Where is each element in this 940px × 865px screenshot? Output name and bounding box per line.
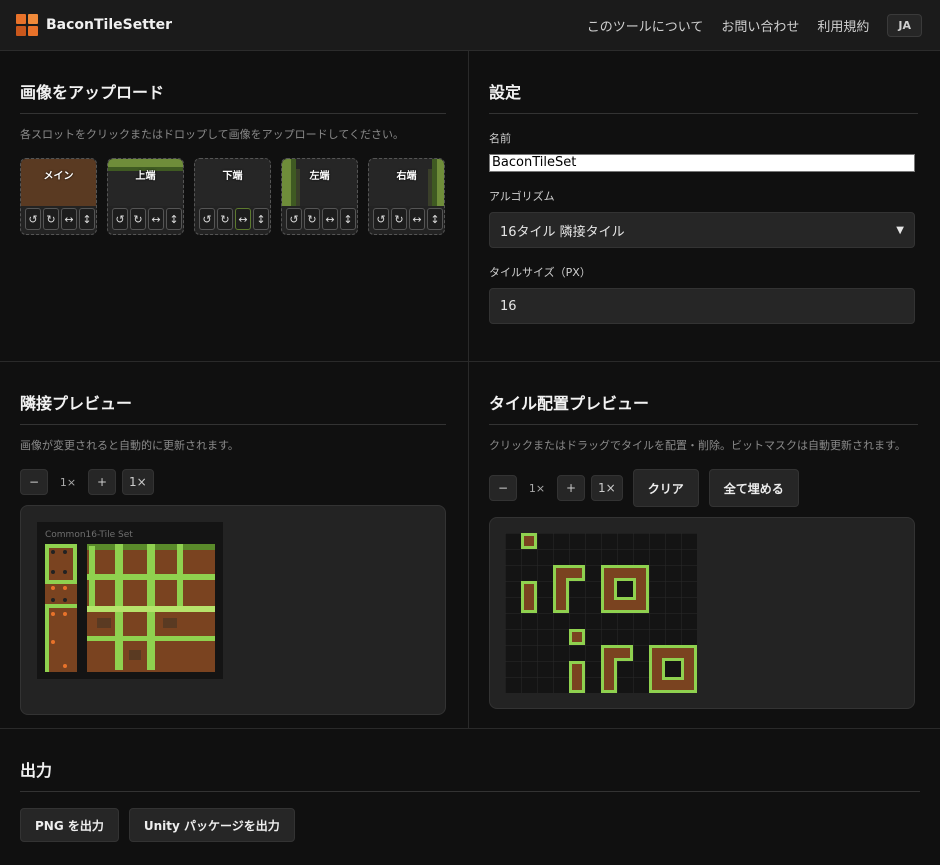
adjacency-hint: 画像が変更されると自動的に更新されます。 xyxy=(20,439,239,452)
fill-all-button[interactable]: 全て埋める xyxy=(708,469,799,507)
rotate-ccw-icon[interactable]: ↺ xyxy=(25,208,41,230)
placement-panel: タイル配置プレビュー クリックまたはドラッグでタイルを配置・削除。ビットマスクは… xyxy=(469,362,940,728)
name-label: 名前 xyxy=(489,132,511,145)
upload-slot-bottom[interactable]: 下端 ↺ ↻ ↔ ↕ xyxy=(194,158,271,235)
rotate-cw-icon[interactable]: ↻ xyxy=(130,208,146,230)
rotate-ccw-icon[interactable]: ↺ xyxy=(373,208,389,230)
rotate-cw-icon[interactable]: ↻ xyxy=(391,208,407,230)
output-title: 出力 xyxy=(20,757,920,792)
placement-hint: クリックまたはドラッグでタイルを配置・削除。ビットマスクは自動更新されます。 xyxy=(489,439,906,452)
flip-vertical-icon[interactable]: ↕ xyxy=(79,208,95,230)
export-unity-package-button[interactable]: Unity パッケージを出力 xyxy=(128,808,295,842)
upload-slot-left[interactable]: 左端 ↺ ↻ ↔ ↕ xyxy=(281,158,358,235)
upload-slot-right[interactable]: 右端 ↺ ↻ ↔ ↕ xyxy=(368,158,445,235)
flip-horizontal-icon[interactable]: ↔ xyxy=(235,208,251,230)
zoom-level: 1× xyxy=(59,475,77,489)
rotate-cw-icon[interactable]: ↻ xyxy=(43,208,59,230)
adjacency-canvas[interactable]: Common16-Tile Set xyxy=(37,522,223,679)
flip-vertical-icon[interactable]: ↕ xyxy=(340,208,356,230)
rotate-ccw-icon[interactable]: ↺ xyxy=(286,208,302,230)
rotate-cw-icon[interactable]: ↻ xyxy=(304,208,320,230)
flip-vertical-icon[interactable]: ↕ xyxy=(427,208,443,230)
algorithm-label: アルゴリズム xyxy=(489,190,555,203)
zoom-reset-button[interactable]: 1× xyxy=(122,469,154,495)
placement-canvas-frame xyxy=(489,517,915,709)
settings-title: 設定 xyxy=(489,79,918,114)
flip-horizontal-icon[interactable]: ↔ xyxy=(409,208,425,230)
adjacency-title: 隣接プレビュー xyxy=(20,390,446,425)
zoom-level: 1× xyxy=(528,481,546,495)
zoom-in-button[interactable]: + xyxy=(88,469,116,495)
output-section: 出力 PNG を出力 Unity パッケージを出力 xyxy=(0,729,940,862)
language-button[interactable]: JA xyxy=(887,13,922,37)
flip-horizontal-icon[interactable]: ↔ xyxy=(148,208,164,230)
top-bar: BaconTileSetter このツールについて お問い合わせ 利用規約 JA xyxy=(0,0,940,51)
upload-slots: メイン ↺ ↻ ↔ ↕ 上端 ↺ ↻ ↔ ↕ 下端 ↺ ↻ ↔ ↕ 左端 ↺ ↻… xyxy=(20,158,446,235)
algorithm-select[interactable]: 16タイル 隣接タイル ▼ xyxy=(489,212,915,248)
flip-vertical-icon[interactable]: ↕ xyxy=(166,208,182,230)
slot-label: メイン xyxy=(43,171,74,182)
slot-label: 右端 xyxy=(396,171,417,182)
adjacency-panel: 隣接プレビュー 画像が変更されると自動的に更新されます。 − 1× + 1× C… xyxy=(0,362,469,728)
rotate-cw-icon[interactable]: ↻ xyxy=(217,208,233,230)
placement-grid[interactable] xyxy=(505,533,697,693)
rotate-ccw-icon[interactable]: ↺ xyxy=(199,208,215,230)
placement-title: タイル配置プレビュー xyxy=(489,390,918,425)
tilesize-label: タイルサイズ（PX） xyxy=(489,266,591,279)
adjacency-canvas-frame: Common16-Tile Set xyxy=(20,505,446,715)
tilesize-input[interactable]: 16 xyxy=(489,288,915,324)
nav-about-link[interactable]: このツールについて xyxy=(587,16,704,35)
zoom-in-button[interactable]: + xyxy=(557,475,585,501)
upload-slot-top[interactable]: 上端 ↺ ↻ ↔ ↕ xyxy=(107,158,184,235)
rotate-ccw-icon[interactable]: ↺ xyxy=(112,208,128,230)
upload-panel: 画像をアップロード 各スロットをクリックまたはドロップして画像をアップロードして… xyxy=(0,51,469,361)
clear-button[interactable]: クリア xyxy=(632,469,699,507)
upload-title: 画像をアップロード xyxy=(20,79,446,114)
slot-label: 下端 xyxy=(222,171,243,182)
nav-contact-link[interactable]: お問い合わせ xyxy=(721,16,799,35)
export-png-button[interactable]: PNG を出力 xyxy=(20,808,119,842)
flip-vertical-icon[interactable]: ↕ xyxy=(253,208,269,230)
slot-label: 上端 xyxy=(135,171,156,182)
chevron-down-icon: ▼ xyxy=(896,224,904,236)
zoom-out-button[interactable]: − xyxy=(489,475,517,501)
app-logo-icon xyxy=(16,14,38,36)
app-title[interactable]: BaconTileSetter xyxy=(46,17,172,33)
flip-horizontal-icon[interactable]: ↔ xyxy=(322,208,338,230)
algorithm-value: 16タイル 隣接タイル xyxy=(500,224,625,240)
name-input[interactable]: BaconTileSet xyxy=(489,154,915,172)
nav-terms-link[interactable]: 利用規約 xyxy=(817,16,869,35)
slot-label: 左端 xyxy=(309,171,330,182)
upload-slot-main[interactable]: メイン ↺ ↻ ↔ ↕ xyxy=(20,158,97,235)
settings-panel: 設定 名前 BaconTileSet アルゴリズム 16タイル 隣接タイル ▼ … xyxy=(469,51,940,361)
flip-horizontal-icon[interactable]: ↔ xyxy=(61,208,77,230)
zoom-reset-button[interactable]: 1× xyxy=(591,475,623,501)
top-nav: このツールについて お問い合わせ 利用規約 JA xyxy=(587,13,922,37)
zoom-out-button[interactable]: − xyxy=(20,469,48,495)
placement-zoom-controls: − 1× + 1× クリア 全て埋める xyxy=(489,469,918,507)
adjacency-zoom-controls: − 1× + 1× xyxy=(20,469,446,495)
upload-hint: 各スロットをクリックまたはドロップして画像をアップロードしてください。 xyxy=(20,128,405,141)
